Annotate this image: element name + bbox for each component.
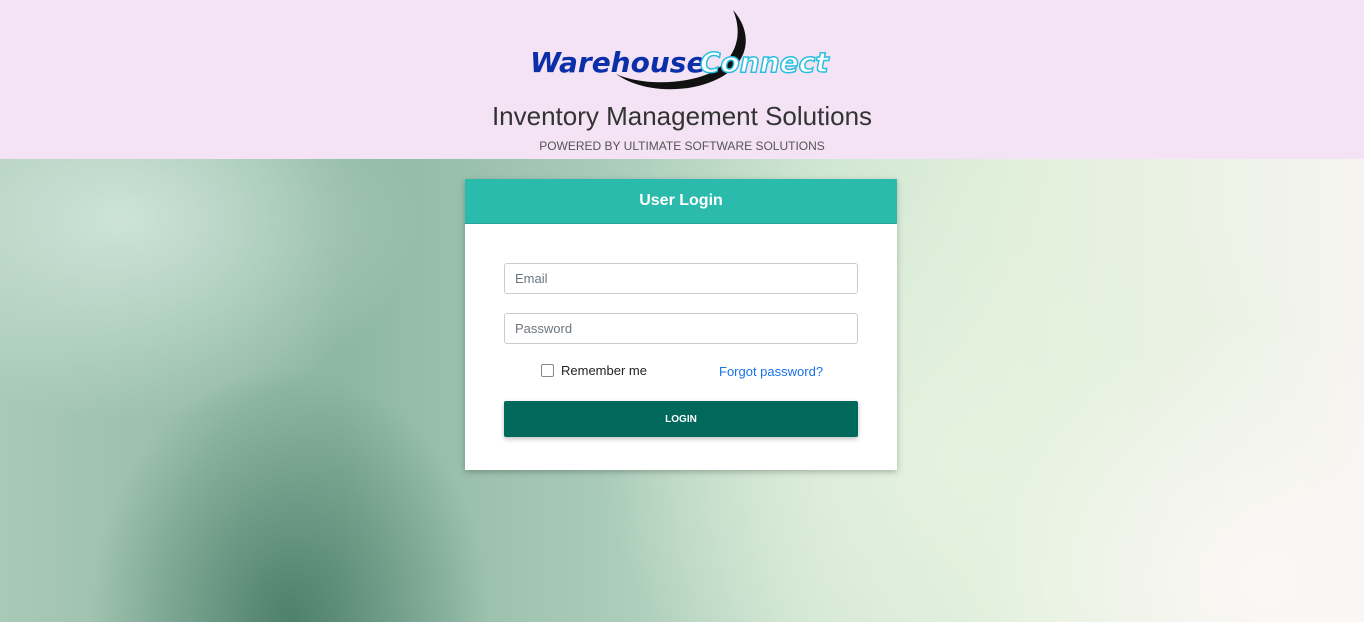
remember-me-label: Remember me xyxy=(561,363,647,378)
logo-text-connect: Connect xyxy=(699,45,829,80)
page-subtitle: POWERED BY ULTIMATE SOFTWARE SOLUTIONS xyxy=(539,139,825,153)
login-button[interactable]: LOGIN xyxy=(504,401,858,437)
login-card: User Login Remember me Forgot password? … xyxy=(465,179,897,470)
forgot-password-link[interactable]: Forgot password? xyxy=(719,364,823,379)
email-input[interactable] xyxy=(504,263,858,294)
logo-text-warehouse: Warehouse xyxy=(530,46,706,79)
remember-me-checkbox[interactable]: Remember me xyxy=(541,363,647,378)
page-title: Inventory Management Solutions xyxy=(491,101,873,131)
checkbox-icon[interactable] xyxy=(541,364,554,377)
site-header: Warehouse Connect Inventory Management S… xyxy=(0,0,1364,159)
warehouse-connect-logo: Warehouse Connect xyxy=(528,8,838,94)
login-card-heading: User Login xyxy=(465,179,897,224)
password-input[interactable] xyxy=(504,313,858,344)
